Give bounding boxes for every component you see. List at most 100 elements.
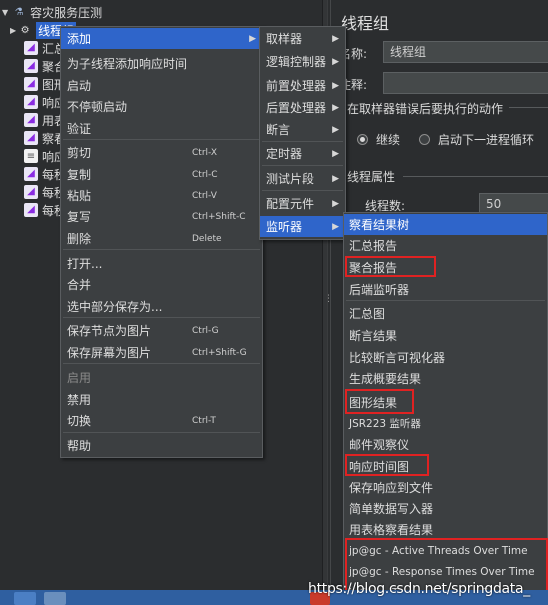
name-input[interactable]: 线程组 <box>383 41 548 63</box>
radio-selected-icon[interactable] <box>357 134 368 145</box>
continue-radio[interactable]: 继续 <box>357 131 400 148</box>
panel-title: 线程组 <box>341 14 390 33</box>
graph-icon: ◢ <box>24 167 38 181</box>
menu-separator <box>63 317 260 318</box>
menu-item-label: 汇总图 <box>349 307 386 321</box>
continue-label: 继续 <box>376 133 401 147</box>
graph-icon: ◢ <box>24 185 38 199</box>
annotation-highlight-box <box>345 256 436 277</box>
menu-item-label: 断言结果 <box>349 329 398 343</box>
add-submenu-item-0[interactable]: 取样器 ▶ <box>260 28 345 49</box>
listener-item-10[interactable]: 邮件观察仪 <box>344 434 547 455</box>
menu-separator <box>346 300 545 301</box>
menu-item-label: 汇总报告 <box>349 239 398 253</box>
add-submenu-item-5[interactable]: 定时器 ▶ <box>260 143 345 164</box>
add-submenu-item-8[interactable]: 监听器 ▶ <box>260 216 345 237</box>
graph-icon: ◢ <box>24 77 38 91</box>
add-submenu: 取样器 ▶ 逻辑控制器 ▶ 前置处理器 ▶ 后置处理器 ▶ 断言 ▶ 定时器 ▶ 测试片段 ▶ 配置元件 ▶ 监… <box>259 26 346 240</box>
context-menu-item-0[interactable]: 添加 ▶ <box>61 28 262 49</box>
context-menu-item-10[interactable]: 打开... <box>61 253 262 274</box>
submenu-arrow-icon: ▶ <box>332 56 339 67</box>
menu-item-label: 粘贴 <box>67 189 92 203</box>
context-menu-item-9[interactable]: 删除 Delete <box>61 228 262 249</box>
taskbar-app-icon[interactable] <box>14 592 36 605</box>
context-menu-item-7[interactable]: 粘贴 Ctrl-V <box>61 185 262 206</box>
context-menu-item-11[interactable]: 合并 <box>61 274 262 295</box>
menu-item-shortcut: Ctrl-V <box>192 190 217 201</box>
menu-item-label: 生成概要结果 <box>349 372 422 386</box>
menu-item-label: 后端监听器 <box>349 283 410 297</box>
next-loop-label: 启动下一进程循环 <box>438 133 535 147</box>
context-menu-item-12[interactable]: 选中部分保存为... <box>61 296 262 317</box>
listener-item-6[interactable]: 比较断言可视化器 <box>344 347 547 368</box>
collapse-arrow-icon[interactable]: ▶ <box>10 26 16 35</box>
menu-item-label: 切换 <box>67 414 92 428</box>
listener-item-12[interactable]: 保存响应到文件 <box>344 477 547 498</box>
add-submenu-item-3[interactable]: 后置处理器 ▶ <box>260 97 345 118</box>
menu-item-label: 复写 <box>67 210 92 224</box>
sampler-error-label: 在取样器错误后要执行的动作 <box>347 102 504 116</box>
context-menu-item-13[interactable]: 保存节点为图片 Ctrl-G <box>61 320 262 341</box>
context-menu-item-2[interactable]: 启动 <box>61 75 262 96</box>
menu-separator <box>63 363 260 364</box>
submenu-arrow-icon: ▶ <box>332 173 339 184</box>
context-menu-item-15[interactable]: 启用 <box>61 367 262 388</box>
menu-item-label: 后置处理器 <box>266 101 327 115</box>
graph-icon: ◢ <box>24 113 38 127</box>
radio-icon[interactable] <box>419 134 430 145</box>
test-plan-icon: ⚗ <box>14 6 24 18</box>
taskbar-app-icon[interactable] <box>44 592 66 605</box>
submenu-arrow-icon: ▶ <box>332 198 339 209</box>
context-menu-item-18[interactable]: 帮助 <box>61 435 262 456</box>
listener-item-9[interactable]: JSR223 监听器 <box>344 413 547 434</box>
listener-item-4[interactable]: 汇总图 <box>344 303 547 324</box>
add-submenu-item-4[interactable]: 断言 ▶ <box>260 119 345 140</box>
context-menu-item-16[interactable]: 禁用 <box>61 389 262 410</box>
listener-item-3[interactable]: 后端监听器 <box>344 279 547 300</box>
add-submenu-item-7[interactable]: 配置元件 ▶ <box>260 193 345 214</box>
menu-item-shortcut: Ctrl-G <box>192 325 219 336</box>
context-menu-item-5[interactable]: 剪切 Ctrl-X <box>61 142 262 163</box>
listener-item-0[interactable]: 察看结果树 <box>344 214 547 235</box>
submenu-arrow-icon: ▶ <box>332 80 339 91</box>
context-menu-item-6[interactable]: 复制 Ctrl-C <box>61 164 262 185</box>
menu-item-label: 简单数据写入器 <box>349 502 434 516</box>
graph-icon: ◢ <box>24 203 38 217</box>
context-menu-item-8[interactable]: 复写 Ctrl+Shift-C <box>61 206 262 227</box>
menu-separator <box>63 249 260 250</box>
menu-item-label: 用表格察看结果 <box>349 523 434 537</box>
next-loop-radio[interactable]: 启动下一进程循环 <box>419 131 534 148</box>
listener-item-13[interactable]: 简单数据写入器 <box>344 498 547 519</box>
listener-item-14[interactable]: 用表格察看结果 <box>344 519 547 540</box>
menu-item-label: 禁用 <box>67 393 92 407</box>
menu-separator <box>63 432 260 433</box>
context-menu-item-4[interactable]: 验证 <box>61 118 262 139</box>
listener-item-5[interactable]: 断言结果 <box>344 325 547 346</box>
expand-arrow-icon[interactable]: ▼ <box>2 8 8 17</box>
listener-item-7[interactable]: 生成概要结果 <box>344 368 547 389</box>
add-submenu-item-1[interactable]: 逻辑控制器 ▶ <box>260 51 345 72</box>
menu-item-label: 保存节点为图片 <box>67 324 152 338</box>
comment-input[interactable] <box>383 72 548 94</box>
menu-item-label: 帮助 <box>67 439 92 453</box>
add-submenu-item-2[interactable]: 前置处理器 ▶ <box>260 75 345 96</box>
context-menu-item-1[interactable]: 为子线程添加响应时间 <box>61 53 262 74</box>
section-border <box>403 176 548 177</box>
annotation-highlight-box <box>345 454 429 476</box>
graph-icon: ◢ <box>24 131 38 145</box>
listener-item-1[interactable]: 汇总报告 <box>344 235 547 256</box>
menu-item-label: 察看结果树 <box>349 218 410 232</box>
menu-item-label: 不停顿启动 <box>67 100 128 114</box>
menu-item-label: 打开... <box>67 257 103 271</box>
add-submenu-item-6[interactable]: 测试片段 ▶ <box>260 168 345 189</box>
menu-item-label: 比较断言可视化器 <box>349 351 446 365</box>
context-menu-item-17[interactable]: 切换 Ctrl-T <box>61 410 262 431</box>
menu-item-shortcut: Ctrl-T <box>192 415 216 426</box>
context-menu-item-14[interactable]: 保存屏幕为图片 Ctrl+Shift-G <box>61 342 262 363</box>
menu-item-label: 断言 <box>266 123 291 137</box>
context-menu-item-3[interactable]: 不停顿启动 <box>61 96 262 117</box>
graph-icon: ◢ <box>24 95 38 109</box>
tree-root-row[interactable]: ▼ ⚗ 容灾服务压测 <box>2 3 102 21</box>
menu-item-shortcut: Ctrl-X <box>192 147 217 158</box>
context-menu: 添加 ▶ 为子线程添加响应时间 启动 不停顿启动 验证 剪切 Ctrl-X 复制 Ctrl-C 粘贴… <box>60 26 263 458</box>
